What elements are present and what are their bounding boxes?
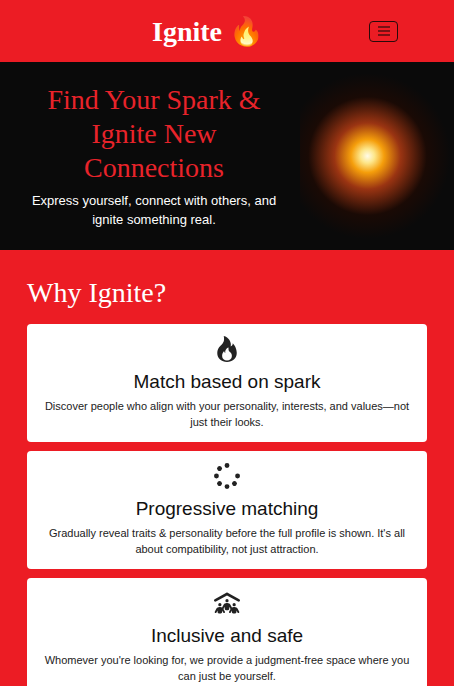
menu-toggle-button[interactable] (369, 21, 398, 42)
fire-icon (214, 336, 240, 362)
feature-description: Whomever you're looking for, we provide … (35, 652, 419, 684)
feature-description: Discover people who align with your pers… (35, 398, 419, 430)
hero-text: Find Your Spark & Ignite New Connections… (20, 83, 288, 229)
hero-subtitle: Express yourself, connect with others, a… (20, 191, 288, 229)
hamburger-icon (377, 26, 391, 36)
hero-heading: Find Your Spark & Ignite New Connections (29, 83, 279, 185)
feature-card: Inclusive and safe Whomever you're lookin… (27, 578, 427, 686)
why-section: Why Ignite? Match based on spark Discover … (0, 250, 454, 686)
brand-title[interactable]: Ignite 🔥 (152, 14, 264, 49)
feature-title: Inclusive and safe (151, 624, 303, 648)
feature-card: Progressive matching Gradually reveal tra… (27, 451, 427, 569)
spinner-icon (214, 463, 240, 489)
hero: Find Your Spark & Ignite New Connections… (0, 62, 454, 250)
feature-card: Match based on spark Discover people who … (27, 324, 427, 442)
people-roof-icon (214, 590, 240, 616)
feature-title: Match based on spark (134, 370, 321, 394)
sparkler-photo (300, 71, 450, 241)
section-title: Why Ignite? (27, 276, 427, 310)
page: Ignite 🔥 Find Your Spark & Ignite New Con… (0, 0, 454, 686)
feature-description: Gradually reveal traits & personality be… (35, 525, 419, 557)
navbar: Ignite 🔥 (0, 0, 454, 62)
feature-title: Progressive matching (136, 497, 319, 521)
feature-list: Match based on spark Discover people who … (27, 324, 427, 686)
